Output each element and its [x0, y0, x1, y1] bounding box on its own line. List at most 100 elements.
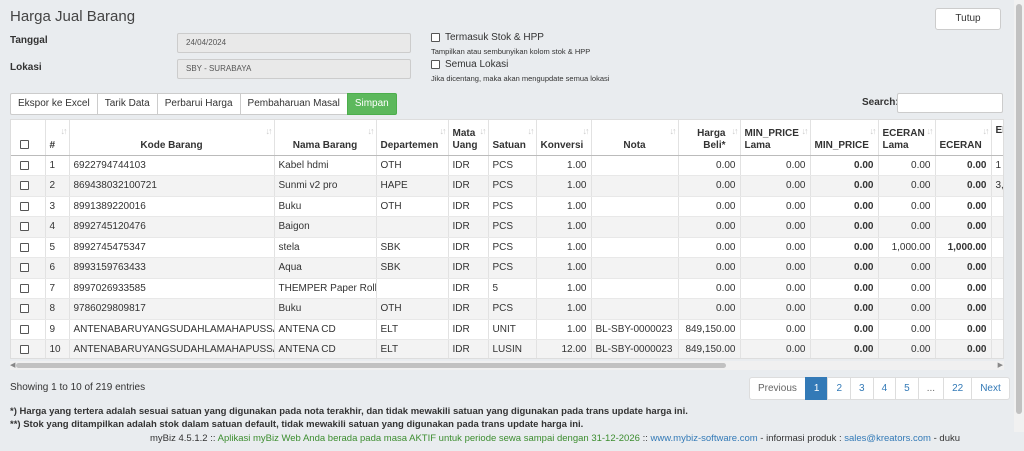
table-cell [591, 175, 679, 197]
table-cell: Baigon [274, 216, 377, 238]
table-cell: 0.00 [678, 155, 741, 176]
vertical-scrollbar[interactable] [1014, 0, 1024, 432]
col-header[interactable]: ↓↑ Konversi [536, 120, 592, 156]
col-header[interactable]: ↓↑ # [45, 120, 70, 156]
col-header[interactable]: ↓↑ MIN_PRICE [810, 120, 879, 156]
table-cell: 0.00 [810, 298, 879, 320]
row-select-cell[interactable] [11, 196, 46, 217]
search-input[interactable] [897, 93, 1003, 113]
table-cell [376, 278, 449, 299]
pull-data-button[interactable]: Tarik Data [96, 93, 158, 115]
row-select-cell[interactable] [11, 278, 46, 299]
table-cell: 0.00 [878, 319, 936, 340]
opt-stok-hpp[interactable]: Termasuk Stok & HPP [431, 32, 544, 43]
tanggal-field[interactable]: 24/04/2024 [177, 33, 411, 53]
close-button[interactable]: Tutup [935, 8, 1001, 30]
export-excel-button[interactable]: Ekspor ke Excel [10, 93, 98, 115]
table-cell: 0.00 [878, 216, 936, 238]
page-button[interactable]: 2 [827, 377, 852, 400]
table-cell: Aqua [274, 257, 377, 279]
col-header[interactable]: ↓↑ ECERAN Lama [878, 120, 936, 156]
scroll-left-icon[interactable]: ◀ [10, 361, 15, 369]
table-cell: 4 [45, 216, 70, 238]
table-cell: 0.00 [810, 319, 879, 340]
table-cell: 5 [488, 278, 537, 299]
scrollbar-thumb[interactable] [16, 363, 726, 368]
table-row[interactable]: 1 6922794744103 Kabel hdmi OTH IDR PCS 1.00 0.0… [11, 155, 1003, 176]
table-row[interactable]: 8 9786029809817 Buku OTH IDR PCS 1.00 0.00 0.00 0… [11, 298, 1003, 320]
col-header[interactable]: ↓↑ Departemen [376, 120, 449, 156]
page-button[interactable]: 22 [943, 377, 973, 400]
table-cell: 0.00 [740, 196, 811, 217]
row-checkbox[interactable] [20, 160, 29, 170]
row-checkbox[interactable] [20, 304, 29, 314]
scrollbar-thumb[interactable] [1016, 4, 1022, 414]
row-select-cell[interactable] [11, 319, 46, 340]
col-header[interactable]: ↓↑ Kode Barang [69, 120, 275, 156]
footer-email-link[interactable]: sales@kreators.com [844, 433, 931, 444]
page-button[interactable]: 5 [895, 377, 919, 400]
row-select-cell[interactable] [11, 216, 46, 238]
col-header[interactable]: ↓↑ Harga Beli* [678, 120, 741, 156]
col-header[interactable]: EN [991, 120, 1003, 156]
row-checkbox[interactable] [20, 283, 29, 293]
row-select-cell[interactable] [11, 257, 46, 279]
next-page-button[interactable]: Next [971, 377, 1010, 400]
col-header[interactable]: ↓↑ MIN_PRICE Lama [740, 120, 811, 156]
select-all-header[interactable] [11, 120, 46, 156]
col-header[interactable]: ↓↑ Satuan [488, 120, 537, 156]
row-select-cell[interactable] [11, 175, 46, 197]
footer-separator: :: [642, 433, 648, 444]
table-row[interactable]: 5 8992745475347 stela SBK IDR PCS 1.00 0.00 0.00… [11, 237, 1003, 258]
table-cell: 1.00 [536, 237, 592, 258]
table-row[interactable]: 7 8997026933585 THEMPER Paper Roll IDR 5 1.00… [11, 278, 1003, 299]
table-row[interactable]: 10 ANTENABARUYANGSUDAHLAMAHAPUSSA ANTENA C… [11, 339, 1003, 358]
bulk-update-button[interactable]: Pembaharuan Masal [239, 93, 348, 115]
page-button[interactable]: 4 [872, 377, 897, 400]
page-button[interactable]: 3 [850, 377, 874, 400]
table-cell: 0.00 [678, 196, 741, 217]
table-row[interactable]: 2 869438032100721 Sunmi v2 pro HAPE IDR PCS 1.… [11, 175, 1003, 197]
row-select-cell[interactable] [11, 339, 46, 358]
table-row[interactable]: 4 8992745120476 Baigon IDR PCS 1.00 0.00 0.00 0.… [11, 216, 1003, 238]
refresh-price-button[interactable]: Perbarui Harga [156, 93, 241, 115]
row-select-cell[interactable] [11, 155, 46, 176]
table-row[interactable]: 6 8993159763433 Aqua SBK IDR PCS 1.00 0.00 0.00 0… [11, 257, 1003, 279]
row-checkbox[interactable] [20, 345, 29, 355]
row-select-cell[interactable] [11, 237, 46, 258]
footer-site-link[interactable]: www.mybiz-software.com [650, 433, 757, 444]
col-header[interactable]: ↓↑ Nota [591, 120, 679, 156]
col-header[interactable]: ↓↑ ECERAN [935, 120, 992, 156]
row-checkbox[interactable] [20, 181, 29, 191]
table-cell: 0.00 [740, 298, 811, 320]
row-checkbox[interactable] [20, 222, 29, 232]
table-cell: 0.00 [935, 216, 992, 238]
row-select-cell[interactable] [11, 298, 46, 320]
table-cell: PCS [488, 155, 537, 176]
save-button[interactable]: Simpan [346, 93, 397, 115]
table-cell: IDR [448, 175, 489, 197]
table-cell: ANTENABARUYANGSUDAHLAMAHAPUSSA [69, 339, 275, 358]
lokasi-field[interactable]: SBY - SURABAYA [177, 59, 411, 79]
col-header[interactable]: ↓↑ Mata Uang [448, 120, 489, 156]
stok-hpp-checkbox[interactable] [431, 33, 440, 42]
row-checkbox[interactable] [20, 324, 29, 334]
row-checkbox[interactable] [20, 263, 29, 273]
table-row[interactable]: 3 8991389220016 Buku OTH IDR PCS 1.00 0.00 0.00 0… [11, 196, 1003, 217]
row-checkbox[interactable] [20, 242, 29, 252]
semua-lokasi-checkbox[interactable] [431, 60, 440, 69]
horizontal-scrollbar[interactable]: ◀ ▶ [10, 361, 1004, 370]
page-button[interactable]: 1 [804, 377, 829, 400]
table-cell: 0.00 [878, 196, 936, 217]
col-header[interactable]: ↓↑ Nama Barang [274, 120, 377, 156]
scroll-right-icon[interactable]: ▶ [998, 361, 1003, 369]
sort-icon: ↓↑ [367, 126, 375, 136]
row-checkbox[interactable] [20, 201, 29, 211]
select-all-checkbox[interactable] [20, 140, 29, 150]
table-cell: 0.00 [678, 298, 741, 320]
table-row[interactable]: 9 ANTENABARUYANGSUDAHLAMAHAPUSSA ANTENA CD… [11, 319, 1003, 340]
previous-page-button[interactable]: Previous [749, 377, 806, 400]
table-cell: 12.00 [536, 339, 592, 358]
table-cell: 8 [45, 298, 70, 320]
opt-semua-lokasi[interactable]: Semua Lokasi [431, 59, 508, 70]
